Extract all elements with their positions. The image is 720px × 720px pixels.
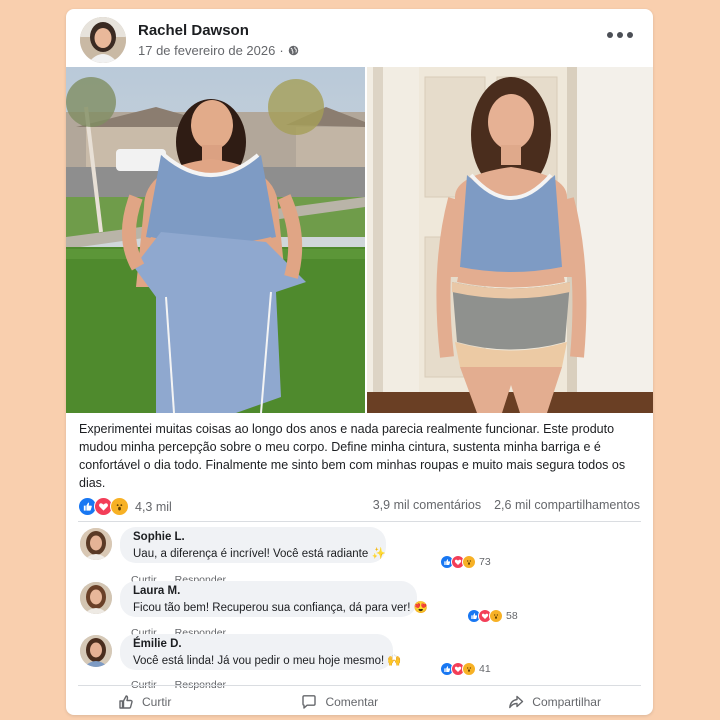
post-card: Rachel Dawson 17 de fevereiro de 2026 · bbox=[66, 9, 653, 715]
share-arrow-icon bbox=[509, 695, 524, 709]
comment-reaction-count: 58 bbox=[506, 610, 518, 622]
comment: Sophie L. Uau, a diferença é incrível! V… bbox=[78, 527, 638, 586]
divider bbox=[78, 685, 641, 686]
comment: Laura M. Ficou tão bem! Recuperou sua co… bbox=[78, 581, 638, 639]
post-header: Rachel Dawson 17 de fevereiro de 2026 · bbox=[66, 9, 653, 67]
shares-count[interactable]: 2,6 mil compartilhamentos bbox=[494, 498, 640, 512]
comment-text: Uau, a diferença é incrível! Você está r… bbox=[133, 548, 386, 560]
comment-bubble: Émilie D. Você está linda! Já vou pedir … bbox=[120, 634, 402, 670]
comment-reactions[interactable]: 73 bbox=[440, 555, 491, 569]
commenter-avatar[interactable] bbox=[80, 635, 112, 667]
comment-bubble: Laura M. Ficou tão bem! Recuperou sua co… bbox=[120, 581, 428, 617]
comment-reaction-count: 73 bbox=[479, 556, 491, 568]
author-avatar[interactable] bbox=[80, 17, 126, 63]
post-caption: Experimentei muitas coisas ao longo dos … bbox=[79, 422, 626, 490]
post-date[interactable]: 17 de fevereiro de 2026 bbox=[138, 43, 275, 58]
divider bbox=[78, 521, 641, 522]
share-button[interactable]: Compartilhar bbox=[468, 689, 641, 715]
post-meta: 17 de fevereiro de 2026 · bbox=[138, 43, 299, 58]
commenter-name[interactable]: Laura M. bbox=[133, 585, 180, 597]
author-name[interactable]: Rachel Dawson bbox=[138, 22, 249, 39]
wow-reaction-icon bbox=[110, 497, 129, 516]
like-button[interactable]: Curtir bbox=[78, 689, 211, 715]
more-options-icon[interactable] bbox=[603, 26, 637, 44]
commenter-avatar[interactable] bbox=[80, 582, 112, 614]
commenter-name[interactable]: Sophie L. bbox=[133, 531, 185, 543]
commenter-avatar[interactable] bbox=[80, 528, 112, 560]
commenter-name[interactable]: Émilie D. bbox=[133, 638, 182, 650]
comment-reaction-count: 41 bbox=[479, 663, 491, 675]
reactions-count: 4,3 mil bbox=[135, 499, 172, 514]
post-stats: 4,3 mil 3,9 mil comentários 2,6 mil comp… bbox=[78, 497, 640, 517]
thumbs-up-icon bbox=[119, 695, 133, 709]
before-photo[interactable] bbox=[66, 67, 365, 413]
speech-bubble-icon bbox=[302, 695, 317, 709]
comment-text: Você está linda! Já vou pedir o meu hoje… bbox=[133, 655, 402, 667]
comment: Émilie D. Você está linda! Já vou pedir … bbox=[78, 634, 638, 691]
comment-reactions[interactable]: 41 bbox=[440, 662, 491, 676]
comment-bubble: Sophie L. Uau, a diferença é incrível! V… bbox=[120, 527, 386, 563]
comment-label: Comentar bbox=[325, 695, 379, 709]
post-actions-bar: Curtir Comentar Compartilhar bbox=[78, 689, 641, 715]
wow-reaction-icon bbox=[462, 662, 476, 676]
comment-button[interactable]: Comentar bbox=[261, 689, 418, 715]
globe-icon[interactable] bbox=[288, 45, 299, 56]
comments-count[interactable]: 3,9 mil comentários bbox=[373, 498, 481, 512]
wow-reaction-icon bbox=[489, 609, 503, 623]
after-photo[interactable] bbox=[367, 67, 653, 413]
wow-reaction-icon bbox=[462, 555, 476, 569]
reactions-summary[interactable]: 4,3 mil bbox=[78, 497, 172, 516]
like-label: Curtir bbox=[142, 695, 172, 709]
comment-reactions[interactable]: 58 bbox=[467, 609, 518, 623]
share-label: Compartilhar bbox=[532, 695, 601, 709]
comment-text: Ficou tão bem! Recuperou sua confiança, … bbox=[133, 602, 428, 614]
